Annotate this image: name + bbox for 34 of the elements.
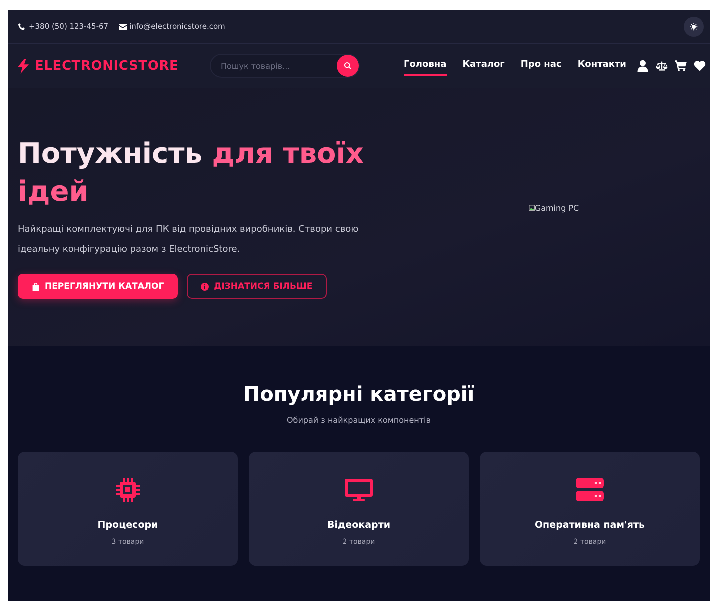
hero-description: Найкращі комплектуючі для ПК від провідних виробників. Створи свою ідеальну конфігурацію разом з ElectronicStore.	[18, 224, 360, 257]
section-subtitle: Обирай з найкращих компонентів	[286, 416, 432, 425]
broken-image-icon	[528, 205, 535, 211]
nav-link[interactable]: Головна	[404, 56, 447, 76]
search-field[interactable]: Пошук товарів...	[221, 62, 337, 70]
theme-toggle-button[interactable]	[684, 16, 704, 36]
category-name: Відеокарти	[328, 520, 390, 531]
hero-heading: Потужність для твоїх ідей	[18, 136, 365, 210]
info-icon	[201, 282, 210, 290]
search-bar[interactable]: Пошук товарів...	[210, 54, 360, 78]
search-icon	[344, 62, 352, 70]
cart-icon[interactable]	[675, 60, 687, 72]
logo: ELECTRONICSTORE	[35, 58, 179, 74]
sun-icon	[690, 22, 698, 30]
lightning-icon	[18, 58, 29, 74]
user-icon[interactable]	[637, 60, 649, 72]
balance-scale-icon[interactable]	[656, 60, 668, 72]
bag-icon	[32, 282, 40, 290]
category-name: Оперативна пам'ять	[534, 520, 645, 531]
category-name: Процесори	[98, 520, 158, 531]
section-heading: Популярні категорії	[242, 382, 476, 406]
search-button[interactable]	[337, 55, 359, 77]
mail-icon	[118, 22, 127, 30]
cpu-icon	[114, 478, 142, 502]
nav-link[interactable]: Про нас	[520, 56, 562, 76]
nav-link[interactable]: Контакти	[578, 56, 626, 76]
nav-link[interactable]: Каталог	[462, 56, 505, 76]
catalog-button[interactable]: ПЕРЕГЛЯНУТИ КАТАЛОГ	[18, 274, 178, 299]
learn-more-button[interactable]: ДІЗНАТИСЯ БІЛЬШЕ	[187, 274, 327, 299]
phone-icon	[18, 22, 26, 30]
image-alt-text: Gaming PC	[534, 204, 580, 212]
server-icon	[576, 478, 604, 502]
heart-icon[interactable]	[694, 60, 706, 72]
monitor-icon	[345, 478, 373, 502]
